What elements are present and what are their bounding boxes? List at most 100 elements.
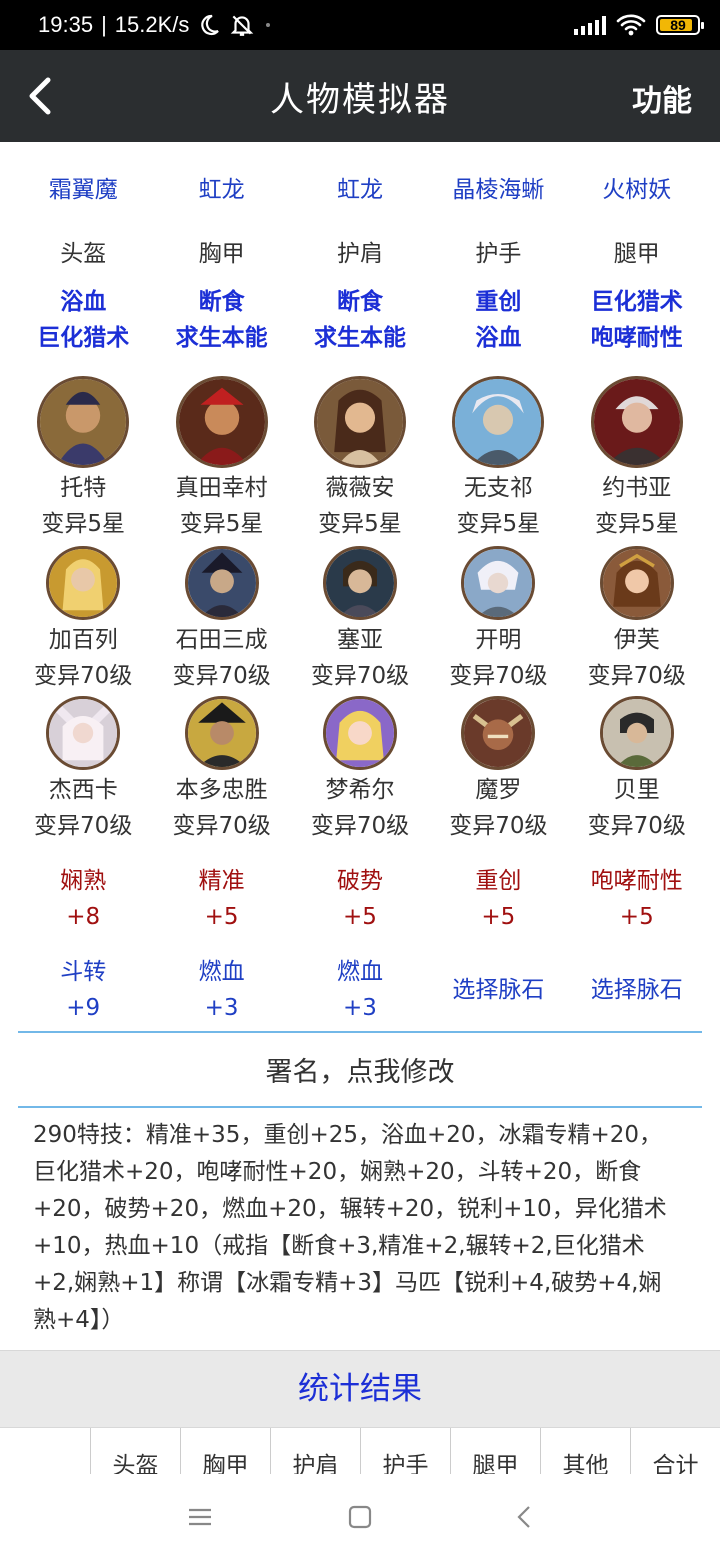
- stats-column-header: 腿甲: [450, 1428, 540, 1474]
- hero-card[interactable]: 薇薇安 变异5星: [291, 376, 429, 542]
- back-arrow-icon[interactable]: [22, 74, 62, 118]
- hero-level: 变异70级: [34, 663, 133, 689]
- equipment-monster[interactable]: 火树妖: [568, 170, 706, 204]
- vein-stone[interactable]: 燃血 +3: [291, 954, 429, 1026]
- hero-card[interactable]: 无支祁 变异5星: [429, 376, 567, 542]
- stats-column-header: 其他: [540, 1428, 630, 1474]
- wifi-icon: [616, 14, 646, 36]
- hero-level: 变异5星: [179, 511, 264, 537]
- equipment-skill-cell[interactable]: 重创 浴血: [429, 284, 567, 356]
- stats-column-header: 头盔: [90, 1428, 180, 1474]
- hero-card[interactable]: 开明 变异70级: [429, 546, 567, 694]
- summary-line: +10，热血+10（戒指【断食+3,精准+2,辗转+2,巨化猎术: [33, 1233, 645, 1259]
- hero-card[interactable]: 伊芙 变异70级: [568, 546, 706, 694]
- hero-card[interactable]: 塞亚 变异70级: [291, 546, 429, 694]
- battery-icon: 89: [656, 15, 704, 35]
- hero-card[interactable]: 梦希尔 变异70级: [291, 696, 429, 844]
- equipment-skill-cell[interactable]: 巨化猎术 咆哮耐性: [568, 284, 706, 356]
- equipment-slot: 腿甲: [613, 241, 660, 267]
- hero-avatar: [46, 696, 121, 770]
- hero-level: 变异70级: [310, 663, 410, 689]
- system-nav-bar: [0, 1474, 720, 1560]
- equipment-skill-cell[interactable]: 断食 求生本能: [152, 284, 290, 356]
- hero-card[interactable]: 真田幸村 变异5星: [152, 376, 290, 542]
- hero-name: 约书亚: [602, 475, 672, 501]
- vein-stone[interactable]: 精准 +5: [152, 863, 290, 935]
- vein-stone-value: +5: [343, 904, 377, 930]
- hero-name: 塞亚: [336, 627, 383, 653]
- hero-level: 变异70级: [172, 813, 271, 839]
- summary-line: +20，破势+20，燃血+20，辗转+20，锐利+10，异化猎术: [33, 1196, 667, 1222]
- back-icon[interactable]: [510, 1502, 540, 1532]
- hero-row-main: 托特 变异5星 真田幸村 变异5星 薇薇安 变异5星 无支祁 变异5星 约书亚 …: [14, 376, 706, 542]
- battery-percent: 89: [670, 17, 686, 33]
- stats-header: 统计结果: [0, 1350, 720, 1428]
- hero-level: 变异5星: [318, 511, 402, 537]
- home-icon[interactable]: [345, 1502, 375, 1532]
- vein-stone[interactable]: 燃血 +3: [152, 954, 290, 1026]
- skill-primary: 断食: [336, 289, 383, 315]
- select-vein-stone-button[interactable]: 选择脉石: [429, 954, 567, 1026]
- equipment-skill-cell[interactable]: 断食 求生本能: [291, 284, 429, 356]
- vein-stone[interactable]: 斗转 +9: [14, 954, 152, 1026]
- hero-level: 变异70级: [172, 663, 271, 689]
- menu-icon[interactable]: [185, 1502, 215, 1532]
- hero-avatar: [184, 546, 259, 620]
- hero-card[interactable]: 托特 变异5星: [14, 376, 152, 542]
- vein-stone-row: 娴熟 +8 精准 +5 破势 +5 重创 +5 咆哮耐性 +5: [14, 863, 706, 935]
- status-separator: |: [101, 12, 107, 37]
- vein-stone-name: 精准: [198, 868, 245, 894]
- signature-edit[interactable]: 署名，点我修改: [0, 1050, 720, 1089]
- vein-stone[interactable]: 娴熟 +8: [14, 863, 152, 935]
- stats-title: 统计结果: [298, 1371, 422, 1407]
- equipment-monster[interactable]: 晶棱海蜥: [429, 170, 567, 204]
- hero-name: 真田幸村: [175, 475, 268, 501]
- equipment-skill-cell[interactable]: 浴血 巨化猎术: [14, 284, 152, 356]
- hero-card[interactable]: 本多忠胜 变异70级: [152, 696, 290, 844]
- hero-name: 梦希尔: [325, 777, 395, 803]
- hero-level: 变异70级: [449, 813, 548, 839]
- equipment-slot: 头盔: [60, 241, 107, 267]
- equipment-slot: 护肩: [336, 241, 383, 267]
- equipment-monster[interactable]: 虹龙: [291, 170, 429, 204]
- hero-card[interactable]: 加百列 变异70级: [14, 546, 152, 694]
- hero-card[interactable]: 杰西卡 变异70级: [14, 696, 152, 844]
- hero-avatar: [175, 376, 268, 468]
- vein-stone[interactable]: 破势 +5: [291, 863, 429, 935]
- vein-stone-value: +8: [66, 904, 101, 930]
- vein-stone-name: 咆哮耐性: [590, 868, 683, 894]
- vein-stone[interactable]: 重创 +5: [429, 863, 567, 935]
- vein-stone-value: +5: [619, 904, 654, 930]
- summary-line: 巨化猎术+20，咆哮耐性+20，娴熟+20，斗转+20，断食: [33, 1159, 642, 1185]
- vein-stone-value: +5: [481, 904, 516, 930]
- hero-card[interactable]: 贝里 变异70级: [568, 696, 706, 844]
- hero-row-support: 杰西卡 变异70级 本多忠胜 变异70级 梦希尔 变异70级 魔罗 变异70级 …: [14, 696, 706, 844]
- vein-stone[interactable]: 咆哮耐性 +5: [568, 863, 706, 935]
- hero-avatar: [461, 696, 536, 770]
- equipment-monster[interactable]: 虹龙: [152, 170, 290, 204]
- hero-level: 变异5星: [594, 511, 679, 537]
- select-vein-stone-button[interactable]: 选择脉石: [568, 954, 706, 1026]
- hero-name: 加百列: [48, 627, 118, 653]
- hero-card[interactable]: 约书亚 变异5星: [568, 376, 706, 542]
- equipment-monster[interactable]: 霜翼魔: [14, 170, 152, 204]
- hero-card[interactable]: 石田三成 变异70级: [152, 546, 290, 694]
- skill-primary: 巨化猎术: [590, 289, 683, 315]
- hero-avatar: [46, 546, 121, 620]
- skill-secondary: 求生本能: [313, 325, 406, 351]
- skill-primary: 断食: [198, 289, 245, 315]
- skill-secondary: 求生本能: [175, 325, 268, 351]
- hero-level: 变异70级: [587, 663, 686, 689]
- function-menu-button[interactable]: 功能: [632, 76, 692, 120]
- hero-level: 变异70级: [449, 663, 548, 689]
- equipment-slot: 护手: [475, 241, 522, 267]
- hero-name: 开明: [475, 627, 522, 653]
- moon-icon: [201, 14, 220, 36]
- hero-card[interactable]: 魔罗 变异70级: [429, 696, 567, 844]
- vein-stone-value: +3: [204, 995, 239, 1021]
- hero-name: 本多忠胜: [175, 777, 268, 803]
- hero-avatar: [184, 696, 259, 770]
- vein-stone-name: 重创: [475, 868, 522, 894]
- status-net-speed: 15.2K/s: [114, 12, 190, 37]
- divider: [18, 1106, 702, 1108]
